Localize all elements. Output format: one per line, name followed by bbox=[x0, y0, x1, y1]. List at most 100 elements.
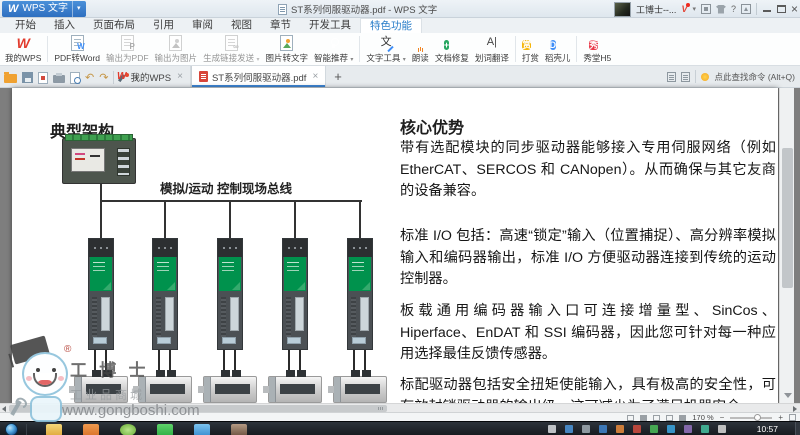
tray-icon[interactable] bbox=[565, 425, 573, 433]
tray-icon[interactable] bbox=[616, 425, 624, 433]
vip-badge[interactable]: V bbox=[681, 4, 687, 14]
print-icon[interactable] bbox=[53, 75, 65, 83]
my-wps-button[interactable]: W 我的WPS bbox=[2, 33, 44, 65]
wps-app-menu-button[interactable]: W WPS 文字 ▾ bbox=[2, 1, 86, 17]
vertical-scrollbar[interactable] bbox=[779, 88, 794, 403]
share-link-button[interactable]: ∞ 生成链接发送 ▾ bbox=[200, 33, 262, 65]
maximize-button[interactable] bbox=[777, 5, 786, 13]
ribbon-tab-developer[interactable]: 开发工具 bbox=[300, 18, 360, 33]
view-mode-icon[interactable] bbox=[640, 415, 647, 421]
ribbon-tab-view[interactable]: 视图 bbox=[222, 18, 261, 33]
smart-recommend-button[interactable]: 智能推荐 ▾ bbox=[311, 33, 356, 65]
save-icon[interactable] bbox=[22, 72, 33, 83]
avatar[interactable] bbox=[614, 2, 631, 17]
ribbon-tab-page-layout[interactable]: 页面布局 bbox=[84, 18, 144, 33]
window-title-text: ST系列伺服驱动器.pdf - WPS 文字 bbox=[291, 2, 437, 16]
word-translate-button[interactable]: A| 划词翻译 bbox=[472, 33, 512, 65]
chevron-down-icon: ▾ bbox=[350, 57, 353, 63]
docer-button[interactable]: D 稻壳儿 bbox=[542, 33, 574, 65]
horizontal-scrollbar-thumb[interactable] bbox=[9, 405, 387, 412]
close-button[interactable]: × bbox=[791, 4, 798, 14]
h5-show-button[interactable]: 秀 秀堂H5 bbox=[580, 33, 614, 65]
tray-icon[interactable] bbox=[582, 425, 590, 433]
tray-icon[interactable] bbox=[684, 425, 692, 433]
restore-window-icon[interactable] bbox=[741, 4, 751, 14]
start-button[interactable] bbox=[5, 423, 18, 435]
horizontal-scrollbar[interactable] bbox=[0, 403, 800, 412]
output-pdf-icon[interactable] bbox=[38, 72, 48, 84]
divider bbox=[26, 424, 27, 435]
ribbon-tab-home[interactable]: 开始 bbox=[6, 18, 45, 33]
scroll-down-icon[interactable] bbox=[784, 393, 792, 398]
cloud-doc-icon[interactable] bbox=[667, 72, 676, 82]
user-menu-caret-icon[interactable]: ▾ bbox=[692, 5, 696, 13]
taskbar-qq-icon[interactable] bbox=[194, 424, 210, 435]
export-pdf-button[interactable]: P 输出为PDF bbox=[103, 33, 152, 65]
ui-layout-icon[interactable] bbox=[701, 4, 711, 14]
redo-icon[interactable]: ↷ bbox=[99, 72, 108, 84]
tray-icon[interactable] bbox=[701, 425, 709, 433]
view-mode-icon[interactable] bbox=[627, 415, 634, 421]
find-command-hint[interactable]: 点此查找命令 (Alt+Q) bbox=[714, 71, 795, 83]
help-button[interactable]: ? bbox=[731, 4, 736, 14]
taskbar-wechat-icon[interactable] bbox=[157, 424, 173, 435]
servo-drive-unit bbox=[267, 200, 323, 403]
show-desktop-button[interactable] bbox=[795, 422, 800, 435]
new-tab-button[interactable]: + bbox=[326, 66, 350, 87]
tray-icon[interactable] bbox=[667, 425, 675, 433]
tray-icon[interactable] bbox=[548, 425, 556, 433]
doc-repair-button[interactable]: + 文档修复 bbox=[432, 33, 472, 65]
export-image-button[interactable]: 输出为图片 bbox=[152, 33, 201, 65]
view-mode-icon[interactable] bbox=[653, 415, 660, 421]
ribbon-tab-strip: 开始 插入 页面布局 引用 审阅 视图 章节 开发工具 特色功能 bbox=[0, 18, 800, 33]
wps-w-icon: W bbox=[117, 71, 126, 82]
zoom-slider[interactable] bbox=[730, 417, 772, 419]
pdf-file-icon bbox=[199, 71, 208, 82]
minimize-button[interactable] bbox=[762, 4, 772, 14]
taskbar-app-icon[interactable] bbox=[83, 424, 99, 435]
text-tools-button[interactable]: 文 文字工具 ▾ bbox=[363, 33, 408, 65]
ribbon-tab-references[interactable]: 引用 bbox=[144, 18, 183, 33]
export-image-icon bbox=[169, 35, 182, 51]
close-tab-icon[interactable]: × bbox=[312, 71, 318, 82]
view-mode-icon[interactable] bbox=[679, 415, 686, 421]
servo-motor-image bbox=[74, 376, 128, 403]
ribbon-tab-section[interactable]: 章节 bbox=[261, 18, 300, 33]
read-aloud-button[interactable]: 朗读 bbox=[409, 33, 432, 65]
right-heading: 核心优势 bbox=[400, 114, 464, 138]
zoom-slider-thumb[interactable] bbox=[754, 414, 761, 421]
skin-icon[interactable] bbox=[716, 5, 726, 14]
tray-icon[interactable] bbox=[599, 425, 607, 433]
image-to-text-button[interactable]: 图片转文字 bbox=[262, 33, 311, 65]
tray-icon[interactable] bbox=[718, 425, 726, 433]
servo-drive-unit bbox=[332, 200, 388, 403]
share-pane-icon[interactable] bbox=[681, 72, 690, 82]
view-mode-icon[interactable] bbox=[666, 415, 673, 421]
close-tab-icon[interactable]: × bbox=[177, 71, 183, 82]
vertical-scrollbar-thumb[interactable] bbox=[782, 148, 793, 288]
divider bbox=[695, 70, 696, 83]
ribbon-tab-special-features[interactable]: 特色功能 bbox=[360, 18, 422, 33]
taskbar-clock[interactable]: 10:57 bbox=[757, 424, 778, 434]
controller-bus-link bbox=[100, 184, 102, 200]
taskbar-photo-icon[interactable] bbox=[231, 424, 247, 435]
taskbar-browser-icon[interactable] bbox=[120, 424, 136, 435]
tray-icon[interactable] bbox=[633, 425, 641, 433]
user-name[interactable]: 工博士--... bbox=[636, 3, 677, 16]
title-bar: W WPS 文字 ▾ ST系列伺服驱动器.pdf - WPS 文字 工博士--.… bbox=[0, 0, 800, 18]
doc-tab-my-wps[interactable]: W 我的WPS × bbox=[110, 66, 191, 87]
taskbar-explorer-icon[interactable] bbox=[46, 424, 62, 435]
tray-icon[interactable] bbox=[650, 425, 658, 433]
wps-writer-window: W WPS 文字 ▾ ST系列伺服驱动器.pdf - WPS 文字 工博士--.… bbox=[0, 0, 800, 435]
undo-icon[interactable]: ↶ bbox=[85, 72, 94, 84]
print-preview-icon[interactable] bbox=[70, 72, 80, 84]
open-file-icon[interactable] bbox=[4, 74, 17, 83]
doc-tab-pdf[interactable]: ST系列伺服驱动器.pdf × bbox=[191, 66, 326, 87]
pdf-to-word-icon: W bbox=[71, 35, 84, 51]
servo-motor-image bbox=[333, 376, 387, 403]
fullscreen-icon[interactable] bbox=[789, 414, 796, 421]
ribbon-tab-review[interactable]: 审阅 bbox=[183, 18, 222, 33]
pdf-to-word-button[interactable]: W PDF转Word bbox=[51, 33, 103, 65]
reward-button[interactable]: 赏 打赏 bbox=[519, 33, 542, 65]
ribbon-tab-insert[interactable]: 插入 bbox=[45, 18, 84, 33]
